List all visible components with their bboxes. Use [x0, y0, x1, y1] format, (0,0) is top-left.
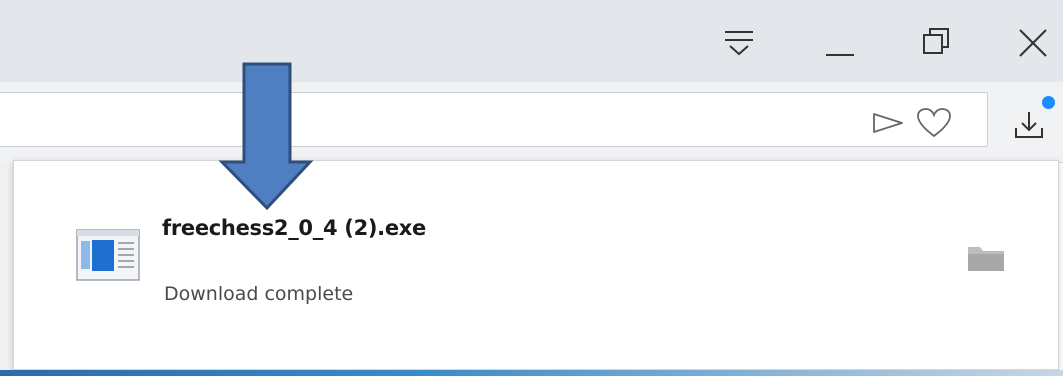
page-bottom-edge — [0, 370, 1063, 376]
page-edge — [0, 162, 13, 372]
close-icon[interactable] — [1016, 26, 1050, 60]
heart-icon[interactable] — [916, 107, 952, 139]
download-panel: freechess2_0_4 (2).exe Download complete — [13, 160, 1059, 370]
toolbar — [0, 82, 1063, 163]
download-status: Download complete — [164, 283, 354, 305]
notification-badge — [1042, 96, 1055, 109]
send-icon[interactable] — [871, 111, 905, 135]
down-arrow-annotation — [218, 62, 314, 211]
download-icon[interactable] — [1012, 108, 1046, 142]
folder-icon[interactable] — [966, 243, 1006, 273]
address-bar[interactable] — [0, 92, 988, 147]
restore-icon[interactable] — [920, 24, 954, 58]
exe-file-icon — [76, 229, 140, 281]
minimize-icon[interactable] — [822, 28, 858, 58]
easy-files-icon[interactable] — [722, 28, 756, 58]
title-bar — [0, 0, 1063, 82]
download-file-name[interactable]: freechess2_0_4 (2).exe — [162, 216, 426, 240]
